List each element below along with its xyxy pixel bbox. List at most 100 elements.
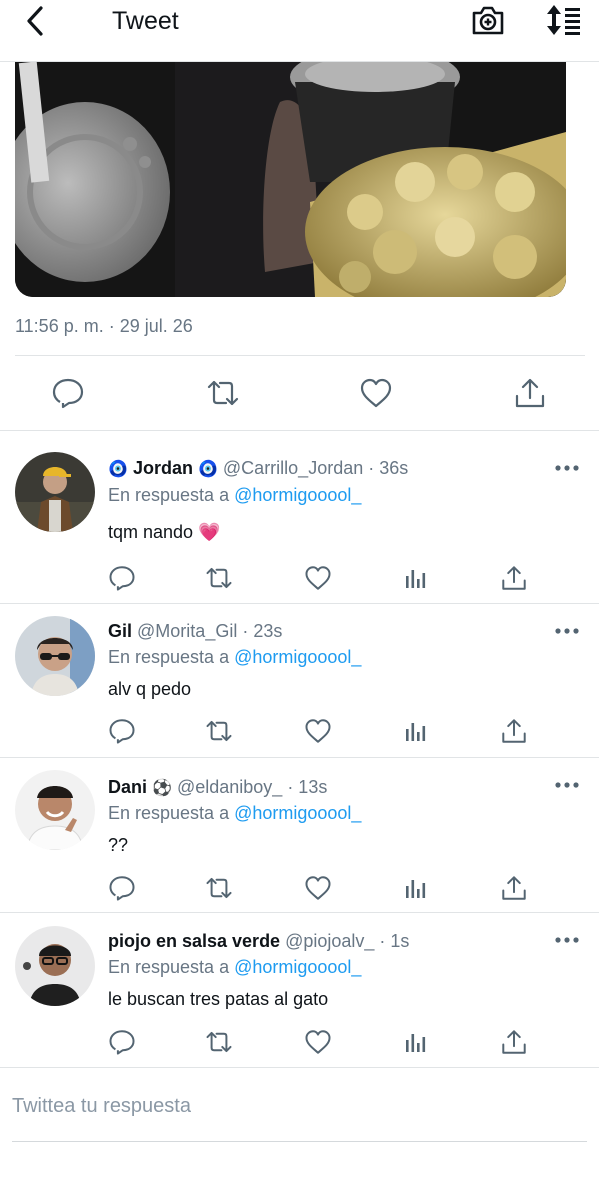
share-icon [515,378,545,408]
sort-arrows-icon [547,5,580,35]
cinema-popcorn-photo [15,62,566,297]
reply-header: Dani ⚽ @eldaniboy_ · 13s [108,775,327,801]
share-button[interactable] [500,1028,528,1056]
share-icon [502,566,526,590]
reply-action-bar [0,874,599,904]
share-button[interactable] [500,564,528,592]
analytics-icon [406,880,426,898]
retweet-icon [206,877,232,899]
divider [15,355,585,356]
display-name[interactable]: Jordan [133,458,193,478]
avatar[interactable] [15,452,95,532]
reply-text: ?? [108,835,129,855]
analytics-button[interactable] [402,564,430,592]
reply-action-bar [0,1028,599,1058]
display-name[interactable]: Gil [108,621,132,641]
analytics-icon [406,570,426,588]
retweet-icon [206,567,232,589]
reply-button[interactable] [108,874,136,902]
reply-icon [109,876,135,901]
like-button[interactable] [359,376,393,410]
analytics-icon [406,723,426,741]
share-icon [502,876,526,900]
tweet-media-image[interactable] [15,62,566,297]
reply-text: le buscan tres patas al gato [108,989,329,1009]
camera-plus-icon [472,6,504,35]
retweet-button[interactable] [206,376,240,410]
like-icon [305,1030,331,1054]
mention-link[interactable]: @hormigooool_ [234,647,361,667]
avatar[interactable] [15,616,95,696]
replying-to-label: En respuesta a [108,485,230,505]
reply-action-bar [0,717,599,747]
like-button[interactable] [304,874,332,902]
reply-button[interactable] [108,1028,136,1056]
replying-to-label: En respuesta a [108,957,230,977]
like-icon [305,876,331,900]
like-icon [360,378,392,408]
retweet-icon [207,380,239,406]
handle-and-time: @Morita_Gil · 23s [137,621,283,641]
retweet-icon [206,720,232,742]
like-button[interactable] [304,564,332,592]
share-button[interactable] [513,376,547,410]
tweet-action-bar [0,370,599,416]
reply-header: 🧿 Jordan 🧿 @Carrillo_Jordan · 36s [108,456,408,482]
avatar[interactable] [15,770,95,850]
reply-icon [109,566,135,591]
like-button[interactable] [304,717,332,745]
like-button[interactable] [304,1028,332,1056]
reply-item: 🧿 Jordan 🧿 @Carrillo_Jordan · 36s En res… [0,430,599,603]
back-button[interactable] [20,4,50,38]
tweet-timestamp: 11:56 p. m. · 29 jul. 26 [15,316,193,336]
retweet-button[interactable] [205,874,233,902]
reply-action-bar [0,564,599,594]
share-button[interactable] [500,874,528,902]
replying-to-label: En respuesta a [108,647,230,667]
mention-link[interactable]: @hormigooool_ [234,957,361,977]
analytics-button[interactable] [402,874,430,902]
reply-header: piojo en salsa verde @piojoalv_ · 1s [108,929,409,953]
analytics-button[interactable] [402,717,430,745]
display-name[interactable]: Dani [108,777,147,797]
mention-link[interactable]: @hormigooool_ [234,485,361,505]
handle-and-time: @Carrillo_Jordan · 36s [222,458,409,478]
mention-link[interactable]: @hormigooool_ [234,803,361,823]
retweet-icon [206,1031,232,1053]
retweet-button[interactable] [205,564,233,592]
reply-button[interactable] [51,376,85,410]
more-dots-icon [555,937,579,943]
more-options-button[interactable] [552,775,582,795]
replying-to: En respuesta a @hormigooool_ [108,801,361,825]
share-button[interactable] [500,717,528,745]
avatar[interactable] [15,926,95,1006]
more-dots-icon [555,628,579,634]
retweet-button[interactable] [205,1028,233,1056]
analytics-button[interactable] [402,1028,430,1056]
share-icon [502,1030,526,1054]
reply-text: tqm nando 💗 [108,522,221,542]
like-icon [305,719,331,743]
more-options-button[interactable] [552,621,582,641]
reply-item: Gil @Morita_Gil · 23s En respuesta a @ho… [0,603,599,757]
display-name[interactable]: piojo en salsa verde [108,931,280,951]
replying-to: En respuesta a @hormigooool_ [108,955,361,979]
top-bar: Tweet [0,0,599,62]
sort-replies-button[interactable] [540,2,584,38]
more-options-button[interactable] [552,930,582,950]
more-options-button[interactable] [552,458,582,478]
reply-text: alv q pedo [108,679,192,699]
reply-icon [52,378,84,409]
like-icon [305,566,331,590]
reply-composer-input[interactable]: Twittea tu respuesta [12,1087,587,1125]
reply-item: piojo en salsa verde @piojoalv_ · 1s En … [0,912,599,1067]
page-title: Tweet [112,7,179,35]
replying-to: En respuesta a @hormigooool_ [108,645,361,669]
retweet-button[interactable] [205,717,233,745]
camera-button[interactable] [470,2,506,38]
reply-button[interactable] [108,564,136,592]
reply-button[interactable] [108,717,136,745]
handle-and-time: @piojoalv_ · 1s [285,931,410,951]
replying-to-label: En respuesta a [108,803,230,823]
replying-to: En respuesta a @hormigooool_ [108,483,361,507]
